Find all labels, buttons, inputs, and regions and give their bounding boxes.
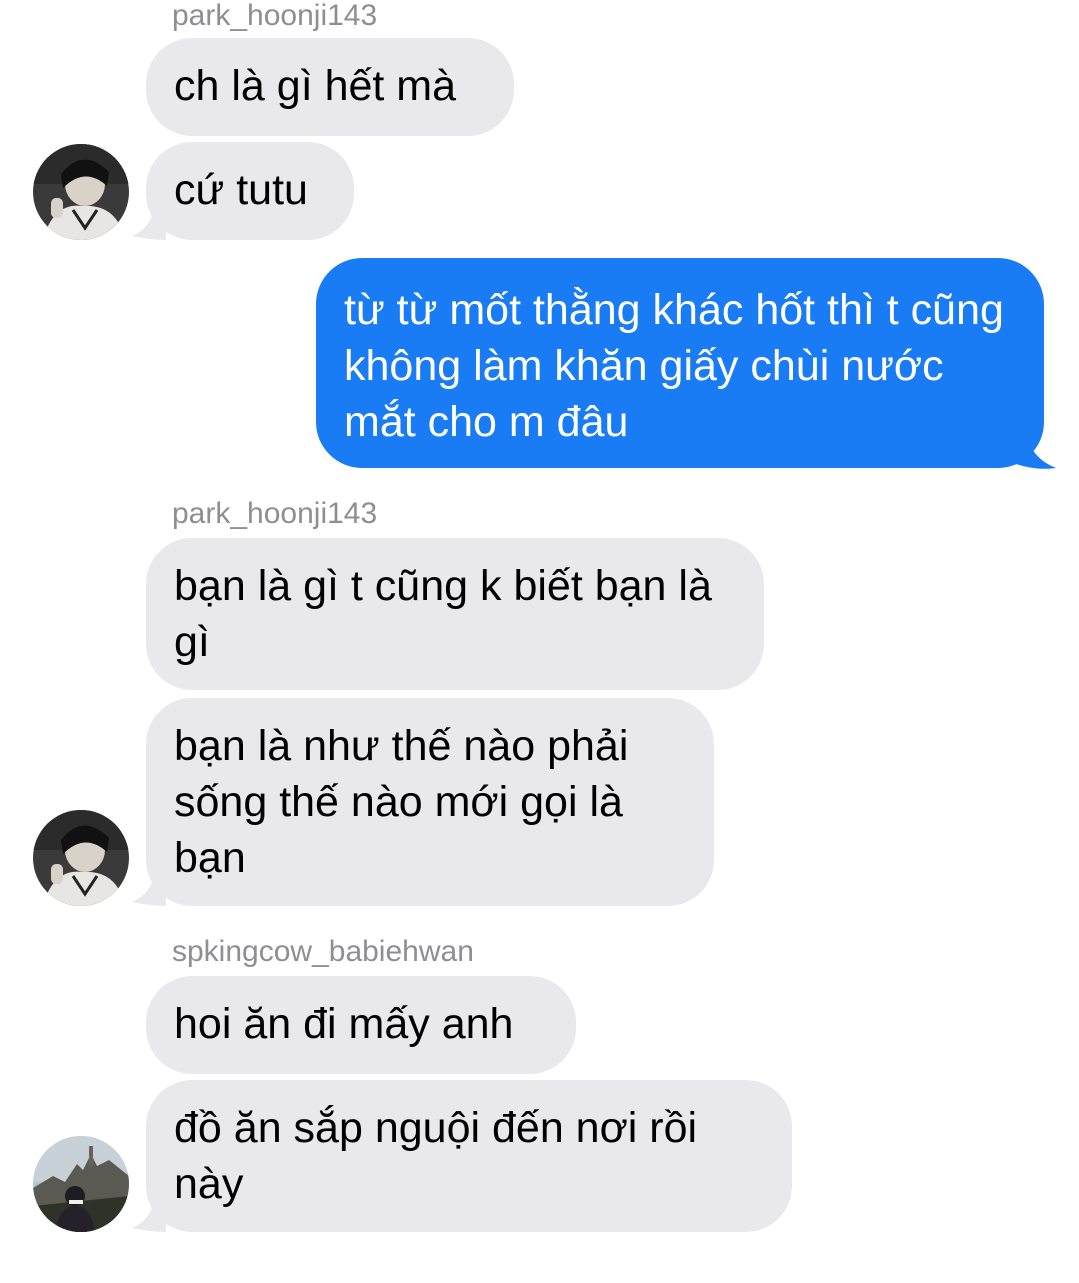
- message-bubble-incoming[interactable]: hoi ăn đi mấy anh: [146, 976, 576, 1074]
- message-bubble-incoming[interactable]: bạn là như thế nào phải sống thế nào mới…: [146, 698, 714, 906]
- message-text: từ từ mốt thằng khác hốt thì t cũng khôn…: [344, 286, 1004, 446]
- message-bubble-incoming[interactable]: ch là gì hết mà: [146, 38, 514, 136]
- message-text: cứ tutu: [174, 166, 308, 214]
- message-text: đồ ăn sắp nguội đến nơi rồi này: [174, 1104, 698, 1208]
- message-bubble-outgoing[interactable]: từ từ mốt thằng khác hốt thì t cũng khôn…: [316, 258, 1044, 468]
- bubble-tail: [132, 872, 166, 906]
- bubble-tail: [132, 206, 166, 240]
- bubble-tail: [132, 1198, 166, 1232]
- sender-name: park_hoonji143: [172, 497, 378, 530]
- message-text: ch là gì hết mà: [174, 62, 457, 110]
- avatar[interactable]: [33, 1136, 129, 1232]
- sender-name: park_hoonji143: [172, 0, 378, 32]
- sender-name: spkingcow_babiehwan: [172, 935, 474, 968]
- user-avatar-icon: [33, 1136, 129, 1232]
- user-avatar-icon: [33, 144, 129, 240]
- avatar[interactable]: [33, 810, 129, 906]
- message-bubble-incoming[interactable]: bạn là gì t cũng k biết bạn là gì: [146, 538, 764, 690]
- user-avatar-icon: [33, 810, 129, 906]
- message-bubble-incoming[interactable]: cứ tutu: [146, 142, 354, 240]
- message-text: bạn là gì t cũng k biết bạn là gì: [174, 562, 712, 666]
- message-text: bạn là như thế nào phải sống thế nào mới…: [174, 722, 629, 882]
- bubble-tail: [1016, 430, 1056, 469]
- message-bubble-incoming[interactable]: đồ ăn sắp nguội đến nơi rồi này: [146, 1080, 792, 1232]
- message-text: hoi ăn đi mấy anh: [174, 1000, 514, 1048]
- avatar[interactable]: [33, 144, 129, 240]
